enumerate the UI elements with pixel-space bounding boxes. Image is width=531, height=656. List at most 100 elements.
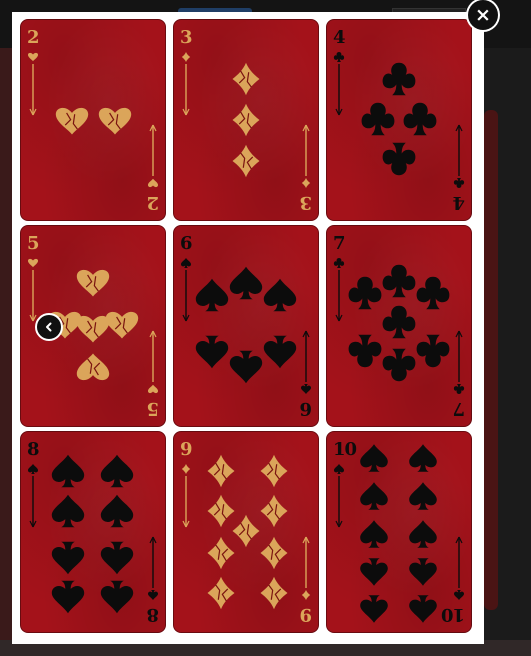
- heart-pip-icon: [76, 269, 110, 297]
- previous-image-button[interactable]: [35, 313, 63, 341]
- index-club-icon: [453, 177, 465, 189]
- diamond-pip-icon: [260, 454, 288, 488]
- card-rank-index: 9: [180, 439, 192, 460]
- lightbox-modal: 2 2 3 3 4 4 5 5 6 6 7 7 8 8 9 9 10 10: [12, 12, 484, 644]
- card-rank-index: 5: [147, 398, 159, 419]
- spade-pip-icon: [51, 541, 85, 575]
- index-spade-icon: [180, 257, 192, 269]
- spade-pip-icon: [360, 444, 388, 472]
- spade-pip-icon: [409, 595, 437, 623]
- index-club-icon: [333, 51, 345, 63]
- card-rank-index: 10: [333, 439, 357, 460]
- index-heart-icon: [147, 384, 159, 394]
- club-pip-icon: [348, 276, 382, 310]
- card-face: 33: [180, 27, 312, 213]
- heart-pip-icon: [76, 315, 110, 343]
- club-pip-icon: [361, 102, 395, 136]
- index-heart-icon: [147, 178, 159, 188]
- diamond-pip-icon: [232, 103, 260, 137]
- spade-pip-icon: [409, 558, 437, 586]
- card-rank-index: 4: [453, 192, 465, 213]
- spade-pip-icon: [51, 580, 85, 614]
- close-button[interactable]: ×: [468, 0, 498, 30]
- card-face: 77: [333, 233, 465, 419]
- index-diamond-icon: [301, 177, 311, 189]
- playing-card-6-spade: 66: [173, 225, 319, 427]
- spade-pip-icon: [100, 494, 134, 528]
- playing-card-10-spade: 10 10: [326, 431, 472, 633]
- heart-pip-icon: [98, 107, 132, 135]
- card-rank-index: 5: [27, 233, 39, 254]
- club-pip-icon: [382, 142, 416, 176]
- spade-pip-icon: [263, 335, 297, 369]
- diamond-pip-icon: [207, 576, 235, 610]
- spade-pip-icon: [360, 520, 388, 548]
- card-face: 44: [333, 27, 465, 213]
- card-rank-index: 8: [147, 604, 159, 625]
- chevron-left-icon: [46, 322, 52, 332]
- club-pip-icon: [382, 62, 416, 96]
- playing-card-4-club: 44: [326, 19, 472, 221]
- index-spade-icon: [27, 463, 39, 475]
- card-face: 22: [27, 27, 159, 213]
- spade-pip-icon: [229, 350, 263, 384]
- spade-pip-icon: [360, 595, 388, 623]
- playing-card-3-diamond: 33: [173, 19, 319, 221]
- spade-pip-icon: [51, 454, 85, 488]
- card-rank-index: 6: [180, 233, 192, 254]
- playing-card-9-diamond: 99: [173, 431, 319, 633]
- index-spade-icon: [333, 463, 345, 475]
- spade-pip-icon: [100, 454, 134, 488]
- club-pip-icon: [382, 305, 416, 339]
- club-pip-icon: [403, 102, 437, 136]
- diamond-pip-icon: [207, 454, 235, 488]
- diamond-pip-icon: [232, 62, 260, 96]
- playing-card-7-club: 77: [326, 225, 472, 427]
- card-rank-index: 4: [333, 27, 345, 48]
- background-decoration: [484, 110, 498, 610]
- heart-pip-icon: [55, 107, 89, 135]
- card-rank-index: 2: [147, 192, 159, 213]
- spade-pip-icon: [409, 520, 437, 548]
- index-heart-icon: [27, 52, 39, 62]
- spade-pip-icon: [360, 482, 388, 510]
- spade-pip-icon: [51, 494, 85, 528]
- diamond-pip-icon: [207, 536, 235, 570]
- card-rank-index: 3: [180, 27, 192, 48]
- index-spade-icon: [300, 383, 312, 395]
- card-face: 66: [180, 233, 312, 419]
- club-pip-icon: [348, 334, 382, 368]
- card-face: 99: [180, 439, 312, 625]
- card-rank-index: 7: [453, 398, 465, 419]
- spade-pip-icon: [263, 278, 297, 312]
- spade-pip-icon: [195, 278, 229, 312]
- background-left-edge: [0, 48, 12, 656]
- card-rank-index: 8: [27, 439, 39, 460]
- diamond-pip-icon: [260, 536, 288, 570]
- playing-card-2-heart: 22: [20, 19, 166, 221]
- club-pip-icon: [416, 334, 450, 368]
- card-rank-index: 6: [300, 398, 312, 419]
- club-pip-icon: [382, 348, 416, 382]
- spade-pip-icon: [229, 266, 263, 300]
- heart-pip-icon: [76, 353, 110, 381]
- diamond-pip-icon: [260, 576, 288, 610]
- spade-pip-icon: [409, 482, 437, 510]
- club-pip-icon: [416, 276, 450, 310]
- spade-pip-icon: [360, 558, 388, 586]
- index-diamond-icon: [181, 463, 191, 475]
- spade-pip-icon: [195, 335, 229, 369]
- card-rank-index: 2: [27, 27, 39, 48]
- diamond-pip-icon: [207, 494, 235, 528]
- spade-pip-icon: [100, 541, 134, 575]
- index-diamond-icon: [301, 589, 311, 601]
- diamond-pip-icon: [232, 144, 260, 178]
- heart-pip-icon: [105, 311, 139, 339]
- card-rank-index: 3: [300, 192, 312, 213]
- card-rank-index: 7: [333, 233, 345, 254]
- index-spade-icon: [453, 589, 465, 601]
- card-rank-index: 9: [300, 604, 312, 625]
- club-pip-icon: [382, 264, 416, 298]
- index-club-icon: [453, 383, 465, 395]
- spade-pip-icon: [100, 580, 134, 614]
